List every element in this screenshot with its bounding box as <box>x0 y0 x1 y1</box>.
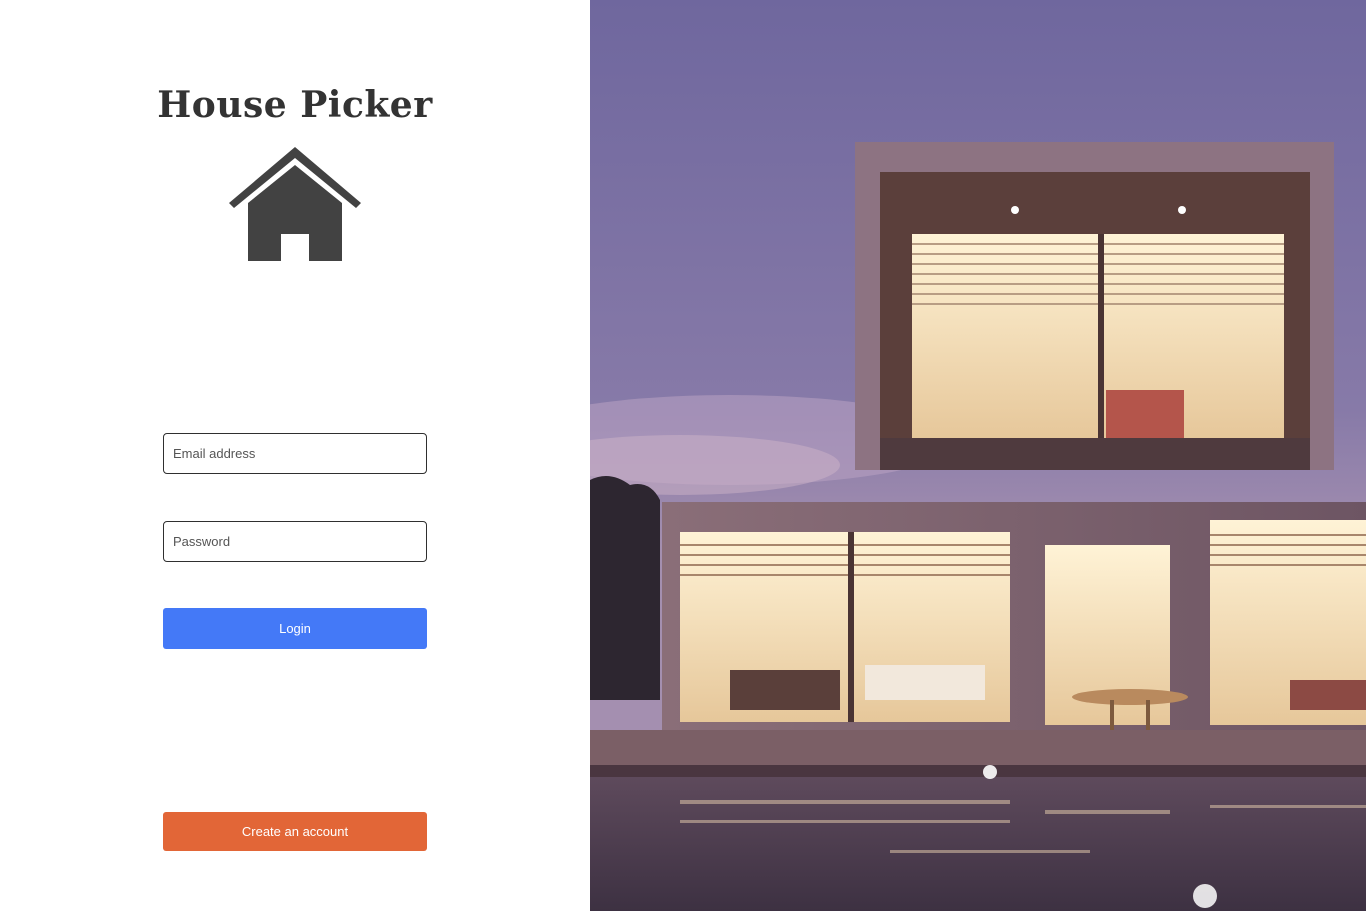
login-button[interactable]: Login <box>163 608 427 649</box>
hero-image <box>590 0 1366 911</box>
password-field[interactable] <box>163 521 427 562</box>
email-field[interactable] <box>163 433 427 474</box>
app-title: House Picker <box>157 84 433 126</box>
create-account-button[interactable]: Create an account <box>163 812 427 851</box>
login-button-label: Login <box>279 621 311 636</box>
house-icon <box>229 147 361 261</box>
modern-house-photo <box>590 0 1366 911</box>
login-panel: House Picker Login Create an account <box>0 0 590 911</box>
create-account-button-label: Create an account <box>241 824 349 839</box>
